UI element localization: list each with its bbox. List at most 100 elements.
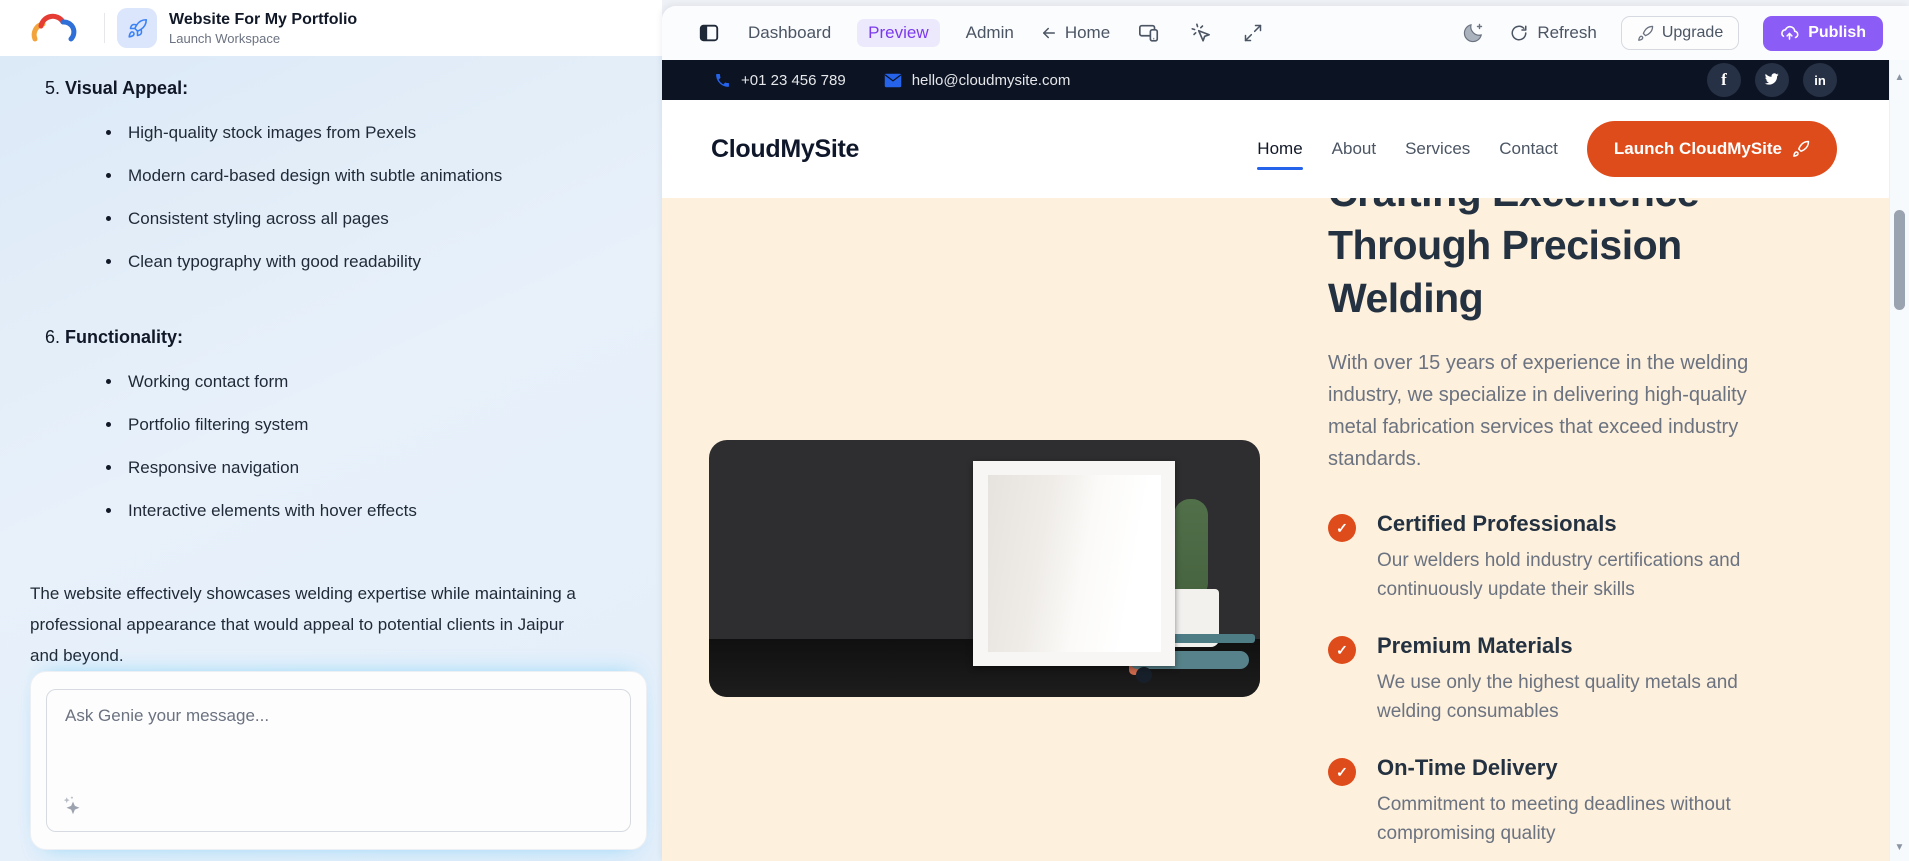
site-hero-section: Crafting Excellence Through Precision We…: [662, 198, 1889, 861]
tab-dashboard[interactable]: Dashboard: [748, 23, 831, 43]
device-preview-button[interactable]: [1136, 20, 1162, 46]
check-circle-icon: ✓: [1328, 514, 1356, 542]
social-links: f in: [1707, 63, 1837, 97]
hero-image: [709, 440, 1260, 697]
feature-item: ✓ Certified Professionals Our welders ho…: [1328, 511, 1790, 604]
workspace-chip[interactable]: [117, 8, 157, 48]
phone-link[interactable]: +01 23 456 789: [714, 72, 846, 89]
tab-preview[interactable]: Preview: [857, 19, 940, 47]
list-item: Consistent styling across all pages: [104, 209, 646, 229]
nav-contact[interactable]: Contact: [1499, 139, 1558, 159]
launch-cloudmysite-button[interactable]: Launch CloudMySite: [1586, 121, 1837, 177]
hero-image-plane-wheel: [1136, 667, 1152, 683]
chat-transcript: 5. Visual Appeal: High-quality stock ima…: [0, 56, 662, 861]
workspace-title: Website For My Portfolio: [169, 10, 358, 28]
email-link[interactable]: hello@cloudmysite.com: [884, 72, 1070, 89]
cloud-brand-logo[interactable]: [14, 11, 92, 45]
section-heading-visual-appeal: 5. Visual Appeal:: [45, 78, 646, 99]
check-circle-icon: ✓: [1328, 636, 1356, 664]
preview-scrollbar[interactable]: ▲ ▼: [1889, 60, 1909, 861]
hero-copy: Crafting Excellence Through Precision We…: [1328, 198, 1790, 861]
list-item: High-quality stock images from Pexels: [104, 123, 646, 143]
site-viewport: +01 23 456 789 hello@cloudmysite.com f i…: [662, 60, 1889, 861]
section-number: 5.: [45, 78, 61, 98]
refresh-label: Refresh: [1537, 23, 1597, 42]
list-item: Responsive navigation: [104, 458, 646, 478]
hero-image-cactus: [1173, 499, 1208, 600]
section-title: Functionality:: [65, 327, 184, 347]
preview-card: Dashboard Preview Admin Home Refresh Upg…: [662, 6, 1909, 861]
site-topbar: +01 23 456 789 hello@cloudmysite.com f i…: [662, 60, 1889, 100]
list-item: Interactive elements with hover effects: [104, 501, 646, 521]
chat-panel: Website For My Portfolio Launch Workspac…: [0, 0, 662, 861]
preview-area: Dashboard Preview Admin Home Refresh Upg…: [662, 0, 1909, 861]
panel-left-icon: [699, 24, 719, 42]
workspace-subtitle: Launch Workspace: [169, 30, 281, 46]
section-number: 6.: [45, 327, 61, 347]
expand-icon: [1244, 24, 1262, 42]
app-root: Website For My Portfolio Launch Workspac…: [0, 0, 1909, 861]
site-brand[interactable]: CloudMySite: [711, 135, 859, 164]
devices-icon: [1139, 24, 1159, 42]
scroll-down-arrow[interactable]: ▼: [1890, 842, 1909, 853]
feature-title: On-Time Delivery: [1377, 755, 1558, 780]
refresh-button[interactable]: Refresh: [1510, 23, 1597, 43]
section-heading-functionality: 6. Functionality:: [45, 327, 646, 348]
refresh-icon: [1511, 25, 1527, 41]
envelope-icon: [884, 73, 901, 87]
feature-description: Our welders hold industry certifications…: [1377, 550, 1741, 600]
workspace-meta: Website For My Portfolio Launch Workspac…: [169, 11, 357, 46]
list-item: Modern card-based design with subtle ani…: [104, 166, 646, 186]
publish-button[interactable]: Publish: [1763, 15, 1883, 51]
facebook-icon: f: [1721, 70, 1727, 89]
twitter-link[interactable]: [1755, 63, 1789, 97]
cta-label: Launch CloudMySite: [1613, 139, 1782, 158]
feature-item: ✓ Premium Materials We use only the high…: [1328, 633, 1790, 726]
sparkles-icon[interactable]: [60, 794, 86, 820]
summary-paragraph: The website effectively showcases weldin…: [30, 584, 576, 665]
header-divider: [104, 13, 105, 43]
rocket-icon: [1793, 140, 1810, 157]
cloud-upload-icon: [1781, 25, 1799, 40]
hero-image-picture-frame: [973, 460, 1175, 667]
tab-admin[interactable]: Admin: [966, 23, 1014, 43]
linkedin-link[interactable]: in: [1803, 63, 1837, 97]
cloud-logo-icon: [31, 13, 77, 42]
cursor-click-icon: [1191, 23, 1211, 42]
nav-home[interactable]: Home: [1257, 139, 1304, 170]
scrollbar-thumb[interactable]: [1894, 210, 1905, 310]
facebook-link[interactable]: f: [1707, 63, 1741, 97]
upgrade-label: Upgrade: [1661, 24, 1724, 41]
phone-number: +01 23 456 789: [741, 71, 846, 89]
preview-toolbar: Dashboard Preview Admin Home Refresh Upg…: [662, 6, 1909, 60]
rocket-icon: [127, 18, 147, 38]
feature-description: Commitment to meeting deadlines without …: [1377, 794, 1731, 844]
upgrade-button[interactable]: Upgrade: [1620, 16, 1740, 50]
list-item: Clean typography with good readability: [104, 252, 646, 272]
scroll-up-arrow[interactable]: ▲: [1890, 72, 1909, 83]
hero-paragraph: With over 15 years of experience in the …: [1328, 352, 1749, 470]
workspace-header: Website For My Portfolio Launch Workspac…: [0, 0, 662, 56]
list-item: Portfolio filtering system: [104, 415, 646, 435]
site-header: CloudMySite Home About Services Contact …: [662, 100, 1889, 198]
visual-appeal-list: High-quality stock images from Pexels Mo…: [30, 123, 646, 295]
home-back-label: Home: [1064, 23, 1111, 42]
hero-image-frame-mat: [987, 474, 1161, 652]
home-back-button[interactable]: Home: [1040, 23, 1110, 43]
hero-heading: Crafting Excellence Through Precision We…: [1328, 198, 1700, 321]
panel-toggle-button[interactable]: [696, 20, 722, 46]
moon-stars-icon: [1464, 23, 1483, 43]
feature-item: ✓ On-Time Delivery Commitment to meeting…: [1328, 755, 1790, 848]
chat-input[interactable]: [46, 689, 631, 832]
fullscreen-button[interactable]: [1240, 20, 1266, 46]
nav-about[interactable]: About: [1332, 139, 1376, 159]
interact-mode-button[interactable]: [1188, 20, 1214, 46]
functionality-list: Working contact form Portfolio filtering…: [30, 372, 646, 544]
dark-mode-toggle[interactable]: [1460, 20, 1486, 46]
chat-composer-card: [30, 671, 647, 850]
feature-list: ✓ Certified Professionals Our welders ho…: [1328, 511, 1790, 848]
section-title: Visual Appeal:: [65, 78, 189, 98]
linkedin-icon: in: [1814, 72, 1826, 88]
publish-label: Publish: [1808, 24, 1866, 41]
nav-services[interactable]: Services: [1405, 139, 1470, 159]
